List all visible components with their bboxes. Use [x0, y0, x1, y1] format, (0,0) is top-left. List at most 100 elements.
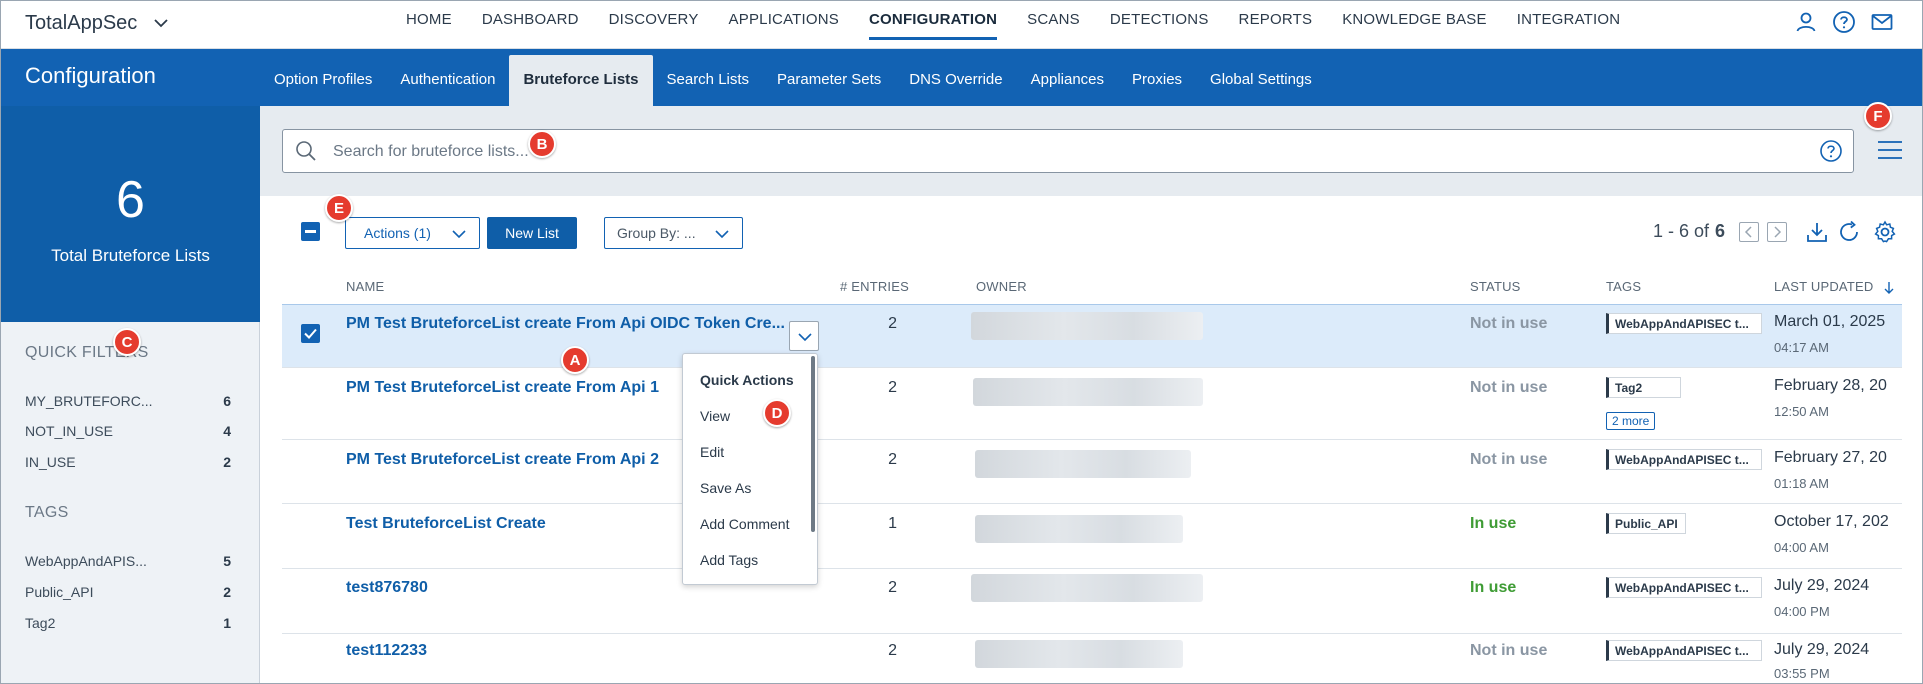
- refresh-icon[interactable]: [1837, 220, 1861, 244]
- tab-bruteforce-lists[interactable]: Bruteforce Lists: [509, 55, 653, 106]
- sort-down-icon: [1884, 281, 1894, 294]
- tag-chip: Tag2: [1606, 377, 1681, 398]
- quick-filter-item[interactable]: NOT_IN_USE 4: [25, 423, 231, 439]
- quick-actions-title: Quick Actions: [700, 372, 794, 388]
- nav-knowledge-base[interactable]: KNOWLEDGE BASE: [1342, 1, 1487, 49]
- column-header-owner[interactable]: OWNER: [976, 279, 1027, 294]
- search-box[interactable]: [282, 129, 1854, 173]
- group-by-label: Group By: ...: [617, 225, 696, 241]
- tab-search-lists[interactable]: Search Lists: [653, 55, 764, 106]
- menu-item-edit[interactable]: Edit: [700, 444, 724, 460]
- select-all-checkbox[interactable]: [301, 222, 320, 241]
- top-icons: [1794, 10, 1894, 34]
- list-name-link[interactable]: test112233: [346, 642, 427, 660]
- quick-filter-item[interactable]: MY_BRUTEFORC... 6: [25, 393, 231, 409]
- tab-appliances[interactable]: Appliances: [1017, 55, 1118, 106]
- column-header-name[interactable]: NAME: [346, 279, 384, 294]
- updated-time: 04:00 AM: [1774, 540, 1829, 555]
- tag-filter-label: WebAppAndAPIS...: [25, 553, 147, 569]
- entries-count: 2: [888, 642, 897, 659]
- help-icon[interactable]: [1832, 10, 1856, 34]
- list-name-link[interactable]: test876780: [346, 579, 428, 597]
- nav-dashboard[interactable]: DASHBOARD: [482, 1, 579, 49]
- download-icon[interactable]: [1805, 220, 1829, 244]
- top-navigation: TotalAppSec HOME DASHBOARD DISCOVERY APP…: [1, 1, 1922, 49]
- tag-filter-item[interactable]: Tag2 1: [25, 615, 231, 631]
- list-name-link[interactable]: PM Test BruteforceList create From Api 1: [346, 379, 659, 397]
- nav-configuration[interactable]: CONFIGURATION: [869, 1, 997, 49]
- next-page-icon[interactable]: [1767, 221, 1788, 242]
- nav-detections[interactable]: DETECTIONS: [1110, 1, 1209, 49]
- group-by-dropdown[interactable]: Group By: ...: [604, 217, 743, 249]
- entries-count: 2: [888, 379, 897, 396]
- prev-page-icon[interactable]: [1739, 221, 1760, 242]
- callout-marker-c: C: [113, 328, 141, 356]
- menu-item-view[interactable]: View: [700, 408, 730, 424]
- chevron-down-icon: [798, 333, 812, 342]
- tab-global-settings[interactable]: Global Settings: [1196, 55, 1326, 106]
- nav-applications[interactable]: APPLICATIONS: [729, 1, 839, 49]
- search-icon: [296, 141, 316, 161]
- updated-date: February 28, 20: [1774, 377, 1887, 394]
- nav-integration[interactable]: INTEGRATION: [1517, 1, 1621, 49]
- tags-heading: TAGS: [25, 504, 69, 521]
- menu-item-add-tags[interactable]: Add Tags: [700, 552, 758, 568]
- actions-dropdown[interactable]: Actions (1): [345, 217, 480, 249]
- last-updated-label: LAST UPDATED: [1774, 279, 1874, 294]
- tab-dns-override[interactable]: DNS Override: [895, 55, 1016, 106]
- menu-item-add-comment[interactable]: Add Comment: [700, 516, 789, 532]
- nav-reports[interactable]: REPORTS: [1239, 1, 1313, 49]
- quick-filter-item[interactable]: IN_USE 2: [25, 454, 231, 470]
- actions-label: Actions (1): [364, 225, 431, 241]
- pagination: 1 - 6 of 6: [1653, 221, 1788, 242]
- status-text: In use: [1470, 515, 1517, 532]
- column-header-tags[interactable]: TAGS: [1606, 279, 1641, 294]
- tag-chip: WebAppAndAPISEC t...: [1606, 313, 1762, 334]
- menu-scrollbar[interactable]: [811, 356, 815, 532]
- status-text: Not in use: [1470, 315, 1548, 332]
- list-name-link[interactable]: Test BruteforceList Create: [346, 515, 546, 533]
- tab-parameter-sets[interactable]: Parameter Sets: [763, 55, 895, 106]
- main-menu: HOME DASHBOARD DISCOVERY APPLICATIONS CO…: [406, 1, 1650, 49]
- nav-home[interactable]: HOME: [406, 1, 452, 49]
- user-icon[interactable]: [1794, 10, 1818, 34]
- search-help-icon[interactable]: [1819, 139, 1843, 163]
- nav-scans[interactable]: SCANS: [1027, 1, 1080, 49]
- gear-icon[interactable]: [1873, 220, 1897, 244]
- left-panel: 6 Total Bruteforce Lists QUICK FILTERS M…: [1, 106, 260, 683]
- list-name-link[interactable]: PM Test BruteforceList create From Api 2: [346, 451, 659, 469]
- list-name-link[interactable]: PM Test BruteforceList create From Api O…: [346, 315, 785, 333]
- total-count-label: Total Bruteforce Lists: [51, 246, 210, 265]
- row-actions-dropdown[interactable]: [789, 321, 819, 351]
- tab-proxies[interactable]: Proxies: [1118, 55, 1196, 106]
- tag-chip: WebAppAndAPISEC t...: [1606, 449, 1762, 470]
- tag-filter-count: 1: [223, 615, 231, 631]
- status-text: Not in use: [1470, 379, 1548, 396]
- updated-time: 04:00 PM: [1774, 604, 1830, 619]
- column-header-entries[interactable]: # ENTRIES: [840, 279, 909, 294]
- status-text: In use: [1470, 579, 1517, 596]
- new-list-button[interactable]: New List: [487, 217, 577, 249]
- tag-filter-item[interactable]: WebAppAndAPIS... 5: [25, 553, 231, 569]
- column-header-status[interactable]: STATUS: [1470, 279, 1521, 294]
- menu-item-save-as[interactable]: Save As: [700, 480, 751, 496]
- tag-chip: WebAppAndAPISEC t...: [1606, 577, 1762, 598]
- tab-option-profiles[interactable]: Option Profiles: [260, 55, 386, 106]
- nav-discovery[interactable]: DISCOVERY: [609, 1, 699, 49]
- sub-tabs: Option Profiles Authentication Bruteforc…: [260, 55, 1326, 106]
- tab-authentication[interactable]: Authentication: [386, 55, 509, 106]
- app-switcher-chevron-icon[interactable]: [152, 14, 170, 32]
- row-checkbox[interactable]: [301, 324, 320, 343]
- quick-filter-label: IN_USE: [25, 454, 76, 470]
- entries-count: 2: [888, 451, 897, 468]
- column-header-last-updated[interactable]: LAST UPDATED: [1774, 279, 1895, 295]
- updated-date: February 27, 20: [1774, 449, 1887, 466]
- updated-time: 12:50 AM: [1774, 404, 1829, 419]
- callout-marker-a: A: [561, 346, 589, 374]
- tag-filter-item[interactable]: Public_API 2: [25, 584, 231, 600]
- tag-chip: WebAppAndAPISEC t...: [1606, 640, 1762, 661]
- mail-icon[interactable]: [1870, 10, 1894, 34]
- more-tags-link[interactable]: 2 more: [1606, 412, 1656, 430]
- tag-filter-count: 2: [223, 584, 231, 600]
- menu-icon[interactable]: [1877, 139, 1903, 161]
